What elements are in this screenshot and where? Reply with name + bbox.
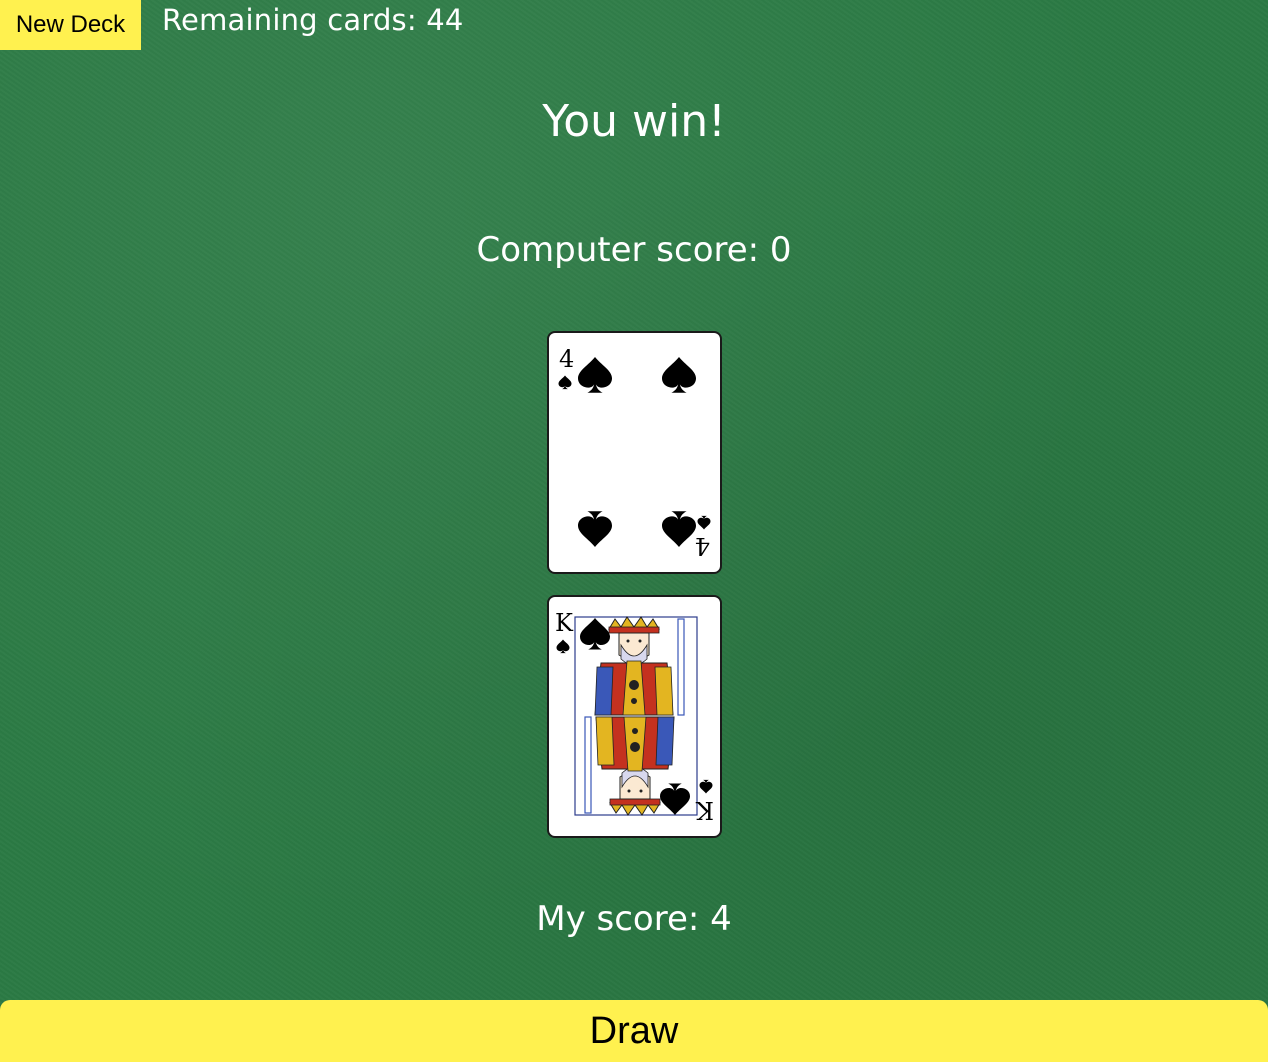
four-of-spades-card-face: 4 4 [558, 345, 711, 560]
spade-pip-icon [662, 511, 696, 547]
spade-pip-icon [578, 357, 612, 393]
remaining-cards-count: Remaining cards: 44 [162, 3, 464, 37]
draw-button[interactable]: Draw [0, 1000, 1268, 1062]
player-card: K K [547, 595, 722, 838]
king-of-spades-card-face: K K [555, 609, 714, 824]
round-result-headline: You win! [542, 96, 726, 147]
small-spade-icon [699, 779, 713, 794]
small-spade-icon [697, 515, 711, 530]
player-score: My score: 4 [536, 899, 732, 939]
spade-pip-icon [578, 511, 612, 547]
small-spade-icon [556, 639, 570, 654]
small-spade-icon [558, 375, 572, 390]
card-rank-label: 4 [559, 345, 574, 373]
spade-pip-icon [662, 357, 696, 393]
card-rank-label: K [695, 796, 714, 824]
new-deck-button[interactable]: New Deck [0, 0, 141, 50]
card-rank-label: K [555, 609, 574, 637]
computer-score: Computer score: 0 [476, 230, 792, 270]
computer-card: 4 4 [547, 331, 722, 574]
card-rank-label: 4 [695, 532, 710, 560]
